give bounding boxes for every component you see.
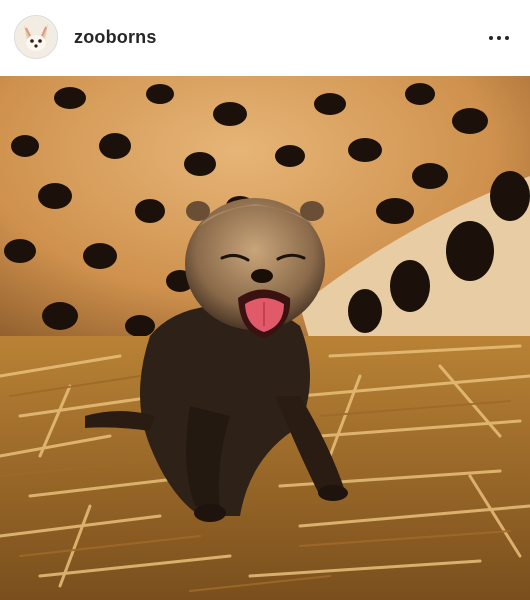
username[interactable]: zooborns	[74, 27, 157, 48]
post-photo[interactable]	[0, 76, 530, 600]
dot	[505, 36, 509, 40]
more-options-icon[interactable]	[484, 24, 514, 52]
dot	[497, 36, 501, 40]
fennec-fox-avatar-icon	[15, 16, 57, 58]
dot	[489, 36, 493, 40]
post-header: zooborns	[0, 0, 530, 76]
cheetah-cub-photo	[0, 76, 530, 600]
avatar[interactable]	[14, 15, 58, 59]
